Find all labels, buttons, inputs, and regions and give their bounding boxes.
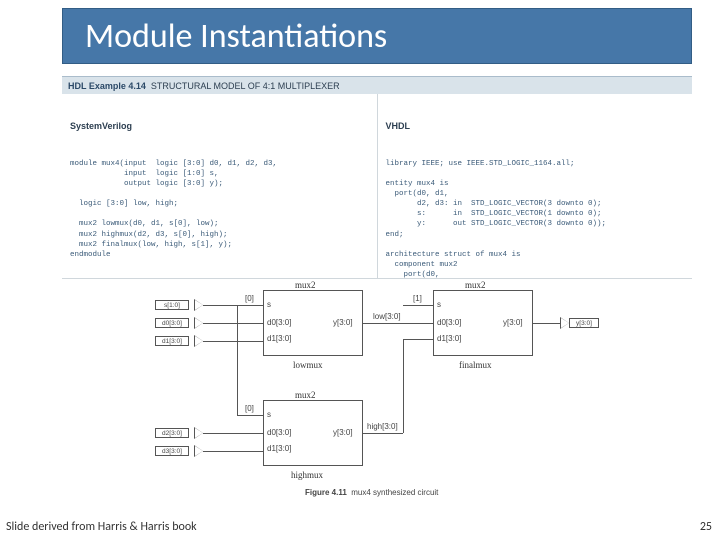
wire xyxy=(203,305,263,306)
wire xyxy=(533,323,561,324)
s0-tag2: [0] xyxy=(245,404,254,413)
finalmux-s-pin: s xyxy=(437,300,441,309)
figure-text: mux4 synthesized circuit xyxy=(351,488,438,497)
page-number: 25 xyxy=(700,520,712,534)
figure-label: Figure 4.11 mux4 synthesized circuit xyxy=(305,488,438,497)
figure-number: Figure 4.11 xyxy=(305,488,347,497)
highmux-type: mux2 xyxy=(295,390,316,400)
buf-d1 xyxy=(195,336,203,346)
finalmux-name: finalmux xyxy=(459,360,492,370)
hdl-example-header: HDL Example 4.14 STRUCTURAL MODEL OF 4:1… xyxy=(62,76,692,94)
wire xyxy=(363,323,433,324)
wire xyxy=(363,433,403,434)
s1-tag: [1] xyxy=(413,294,422,303)
port-d3: d3[3:0] xyxy=(155,446,189,456)
vhdl-code: library IEEE; use IEEE.STD_LOGIC_1164.al… xyxy=(386,159,685,278)
buf-d3 xyxy=(195,446,203,456)
vhdl-heading: VHDL xyxy=(386,120,685,132)
net-low: low[3:0] xyxy=(373,312,401,321)
highmux-s-pin: s xyxy=(267,410,271,419)
slide-title-bar: Module Instantiations xyxy=(62,8,692,64)
sv-code: module mux4(input logic [3:0] d0, d1, d2… xyxy=(70,159,369,260)
code-columns: SystemVerilog module mux4(input logic [3… xyxy=(62,94,692,279)
finalmux-type: mux2 xyxy=(465,280,486,290)
finalmux-d0-pin: d0[3:0] xyxy=(437,318,461,327)
slide-title: Module Instantiations xyxy=(85,16,387,57)
buf-d0 xyxy=(195,318,203,328)
lowmux-s-pin: s xyxy=(267,300,271,309)
wire xyxy=(237,415,263,416)
hdl-example-label: HDL Example 4.14 xyxy=(68,81,146,91)
port-d1: d1[3:0] xyxy=(155,336,189,346)
buf-d2 xyxy=(195,428,203,438)
circuit-diagram: mux2 s d0[3:0] d1[3:0] y[3:0] lowmux mux… xyxy=(155,280,595,498)
lowmux-y-pin: y[3:0] xyxy=(333,318,353,327)
wire xyxy=(403,339,433,340)
wire xyxy=(403,339,404,433)
lowmux-name: lowmux xyxy=(293,360,323,370)
port-y: y[3:0] xyxy=(569,318,599,328)
lowmux-d1-pin: d1[3:0] xyxy=(267,334,291,343)
port-d0: d0[3:0] xyxy=(155,318,189,328)
footer-attribution: Slide derived from Harris & Harris book xyxy=(6,520,197,534)
systemverilog-column: SystemVerilog module mux4(input logic [3… xyxy=(62,94,377,278)
hdl-example-name: STRUCTURAL MODEL OF 4:1 MULTIPLEXER xyxy=(151,81,340,91)
buf-s xyxy=(195,300,203,310)
wire xyxy=(203,433,263,434)
highmux-name: highmux xyxy=(291,470,323,480)
wire xyxy=(237,305,238,415)
sv-heading: SystemVerilog xyxy=(70,120,369,132)
highmux-d0-pin: d0[3:0] xyxy=(267,428,291,437)
net-high: high[3:0] xyxy=(367,422,398,431)
wire xyxy=(203,323,263,324)
finalmux-d1-pin: d1[3:0] xyxy=(437,334,461,343)
highmux-y-pin: y[3:0] xyxy=(333,428,353,437)
vhdl-column: VHDL library IEEE; use IEEE.STD_LOGIC_11… xyxy=(377,94,693,278)
lowmux-d0-pin: d0[3:0] xyxy=(267,318,291,327)
lowmux-type: mux2 xyxy=(295,280,316,290)
s0-tag: [0] xyxy=(245,294,254,303)
wire xyxy=(203,341,263,342)
wire xyxy=(203,451,263,452)
port-d2: d2[3:0] xyxy=(155,428,189,438)
buf-y xyxy=(561,318,569,328)
finalmux-y-pin: y[3:0] xyxy=(503,318,523,327)
port-s: s[1:0] xyxy=(155,300,189,310)
wire xyxy=(403,305,433,306)
highmux-d1-pin: d1[3:0] xyxy=(267,444,291,453)
